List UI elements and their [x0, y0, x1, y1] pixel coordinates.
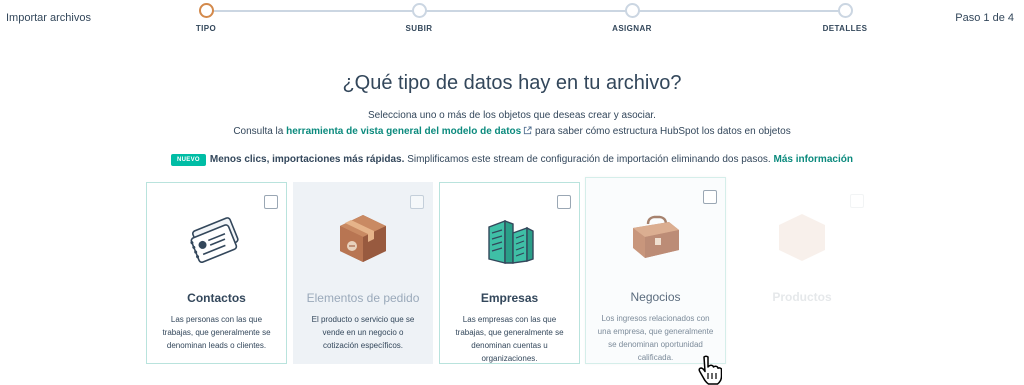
product-box-icon [779, 214, 825, 261]
card-description: Las empresas con las que trabajas, que g… [455, 315, 564, 363]
hand-pointer-cursor-icon [698, 355, 722, 385]
step-label-subir: SUBIR [405, 24, 433, 33]
step-asignar[interactable]: ASIGNAR [592, 3, 672, 33]
step-label-detalles: DETALLES [822, 24, 868, 33]
checkbox[interactable] [557, 195, 571, 209]
checkbox[interactable] [410, 195, 424, 209]
object-card-empresas[interactable]: Empresas Las empresas con las que trabaj… [439, 182, 580, 364]
step-dot [624, 3, 640, 18]
card-title: Empresas [480, 291, 539, 305]
hint-prefix: Consulta la [233, 126, 284, 137]
data-model-hint: Consulta la herramienta de vista general… [0, 126, 1024, 137]
package-box-icon [340, 215, 386, 262]
step-tipo[interactable]: TIPO [166, 3, 246, 33]
step-dot [411, 3, 427, 18]
card-description: Las personas con las que trabajas, que g… [162, 315, 271, 350]
briefcase-icon [632, 215, 679, 258]
hint-suffix: para saber cómo estructura HubSpot los d… [534, 126, 791, 137]
data-model-link-text: herramienta de vista general del modelo … [286, 126, 522, 137]
external-link-icon [524, 126, 532, 135]
checkbox[interactable] [850, 194, 864, 208]
checkbox[interactable] [703, 190, 717, 204]
step-label-asignar: ASIGNAR [612, 24, 652, 33]
notice-bold-text: Menos clics, importaciones más rápidas. [209, 154, 405, 165]
step-detalles[interactable]: DETALLES [805, 3, 885, 33]
card-title: Productos [772, 290, 832, 304]
app-title: Importar archivos [6, 12, 91, 24]
step-dot-active [198, 3, 214, 18]
buildings-icon [487, 219, 534, 264]
contacts-cards-icon [189, 217, 239, 264]
object-card-productos[interactable]: Productos [732, 182, 872, 364]
new-feature-notice: NUEVO Menos clics, importaciones más rápi… [0, 154, 1024, 166]
data-model-overview-link[interactable]: herramienta de vista general del modelo … [286, 126, 532, 137]
step-label-tipo: TIPO [195, 24, 217, 33]
notice-text: Simplificamos este stream de configuraci… [407, 154, 771, 165]
more-info-link[interactable]: Más información [773, 154, 852, 165]
object-card-negocios[interactable]: Negocios Los ingresos relacionados con u… [585, 177, 726, 364]
new-badge: NUEVO [171, 154, 206, 166]
object-card-elementos-de-pedido[interactable]: Elementos de pedido El producto o servic… [293, 182, 433, 364]
top-bar: Importar archivos TIPO SUBIR ASIGNAR DET… [0, 0, 1024, 44]
object-card-contactos[interactable]: Contactos Las personas con las que traba… [146, 182, 287, 364]
page-heading: ¿Qué tipo de datos hay en tu archivo? [342, 72, 682, 94]
checkbox[interactable] [264, 195, 278, 209]
card-title: Contactos [187, 291, 246, 305]
card-title: Elementos de pedido [306, 291, 420, 305]
step-counter: Paso 1 de 4 [955, 12, 1014, 24]
stepper-track [206, 10, 845, 12]
page-subtitle: Selecciona uno o más de los objetos que … [368, 110, 656, 121]
card-title: Negocios [630, 290, 681, 304]
card-description: El producto o servicio que se vende en u… [311, 315, 415, 350]
step-subir[interactable]: SUBIR [379, 3, 459, 33]
step-dot [837, 3, 853, 18]
